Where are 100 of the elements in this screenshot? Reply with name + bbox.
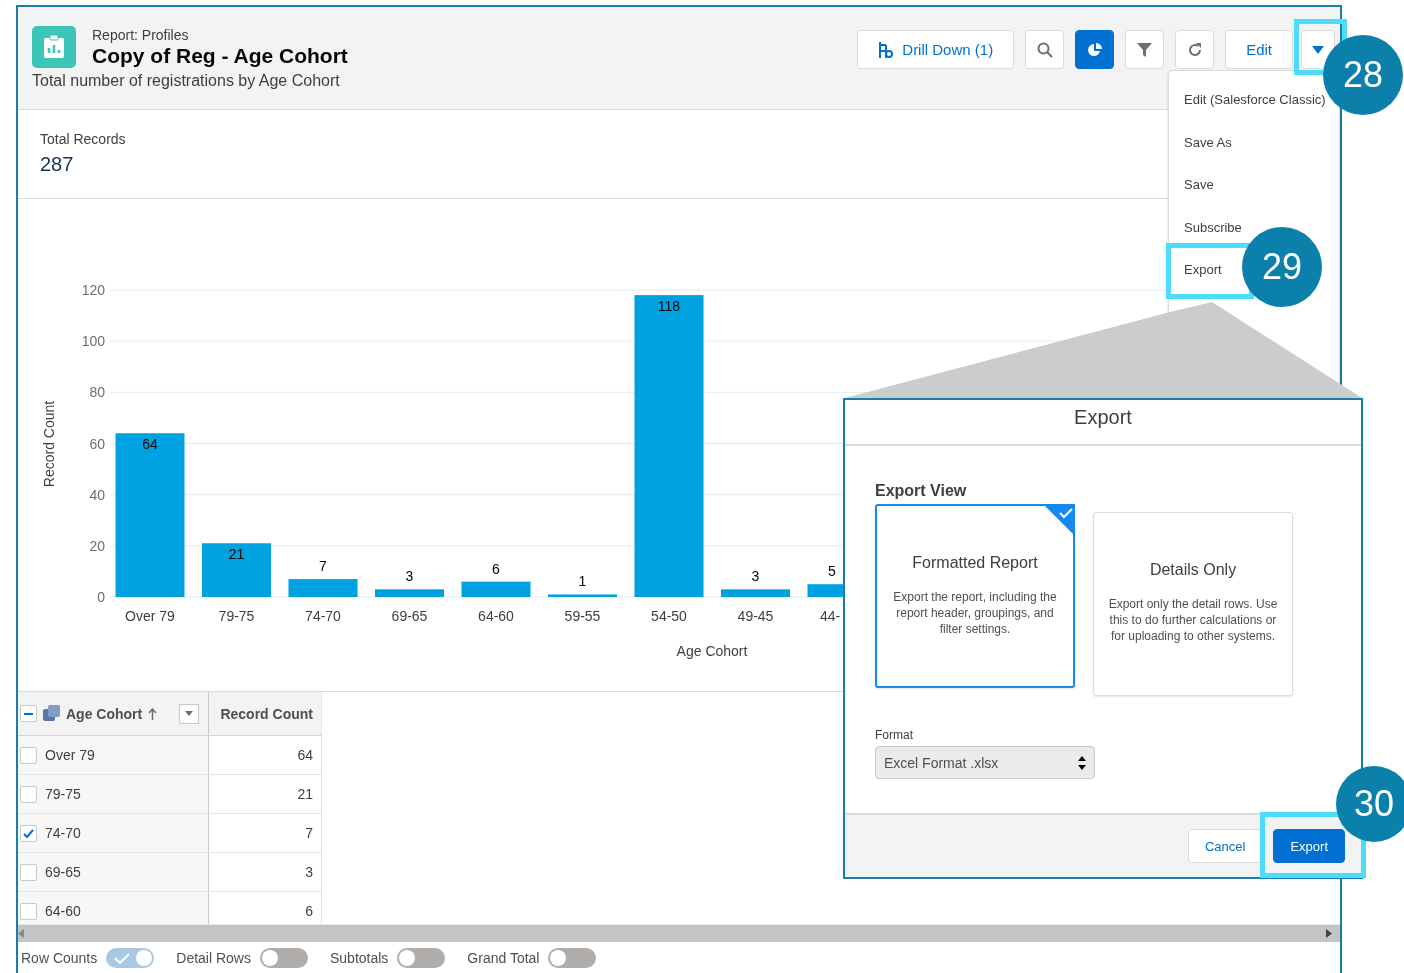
bar-value-label: 5	[828, 563, 836, 580]
refresh-button[interactable]	[1175, 30, 1215, 69]
x-tick-label: 64-60	[478, 608, 514, 624]
y-tick-label: 20	[89, 537, 105, 554]
scroll-left-icon[interactable]	[18, 929, 24, 938]
row-checkbox[interactable]	[20, 902, 37, 920]
bar-value-label: 6	[492, 560, 500, 577]
table-cell: 79-75	[45, 786, 81, 802]
checkmark-icon	[114, 952, 131, 964]
menu-item[interactable]: Save As	[1184, 121, 1232, 164]
export-option-card[interactable]: Formatted Report Export the report, including the report header, groupings, and filter settings.	[875, 504, 1075, 688]
menu-item[interactable]: Export	[1184, 249, 1222, 292]
chart-toggle-button[interactable]	[1075, 30, 1115, 69]
summary-label: Total Records	[40, 131, 126, 147]
export-button[interactable]: Export	[1273, 829, 1345, 863]
row-checkbox[interactable]	[20, 824, 37, 842]
scroll-right-icon[interactable]	[1326, 929, 1332, 938]
caret-icon	[1312, 45, 1324, 54]
column-menu-button[interactable]	[179, 703, 199, 724]
format-select[interactable]: Excel Format .xlsx	[875, 746, 1095, 779]
bar-value-label: 3	[751, 568, 760, 585]
row-checkbox[interactable]	[20, 863, 37, 881]
option-description: Export only the detail rows. Use this to do further calculations or for uploading to other systems.	[1107, 596, 1279, 644]
up-down-arrows-icon	[1078, 754, 1086, 771]
toggle-label: Detail Rows	[176, 949, 251, 966]
bar-value-label: 118	[657, 298, 681, 315]
menu-item[interactable]: Subscribe	[1184, 206, 1242, 249]
field-label: Format	[875, 728, 914, 742]
report-icon	[32, 26, 76, 68]
report-type: Report: Profiles	[92, 26, 190, 43]
toggle-label: Row Counts	[21, 949, 98, 966]
y-tick-label: 80	[89, 384, 105, 401]
search-icon	[1036, 41, 1053, 58]
table-cell: Over 79	[45, 747, 95, 763]
bar-value-label: 1	[578, 573, 587, 590]
y-tick-label: 120	[81, 282, 105, 298]
y-tick-label: 60	[89, 435, 105, 452]
menu-item[interactable]: Edit (Salesforce Classic)	[1184, 79, 1326, 122]
filter-icon	[1137, 42, 1153, 57]
column-header[interactable]: Age Cohort	[66, 705, 143, 722]
toggle-switch[interactable]	[259, 947, 308, 968]
report-description: Total number of registrations by Age Cohort	[32, 72, 341, 90]
table-cell: 74-70	[45, 825, 81, 841]
caret-icon	[185, 711, 193, 716]
cancel-button[interactable]: Cancel	[1187, 829, 1263, 863]
column-header[interactable]: Record Count	[209, 692, 322, 735]
chart-bar[interactable]	[115, 433, 185, 597]
option-title: Formatted Report	[911, 554, 1039, 572]
option-title: Details Only	[1148, 561, 1238, 579]
y-axis-title: Record Count	[41, 400, 57, 488]
dialog-title: Export	[1074, 406, 1132, 430]
x-tick-label: 44-	[819, 608, 841, 624]
summary-value: 287	[40, 153, 74, 176]
chart-bar[interactable]	[288, 579, 358, 597]
drill-down-button[interactable]: Drill Down (1)	[857, 30, 1015, 69]
table-cell: 69-65	[45, 864, 81, 880]
minus-icon	[24, 712, 33, 715]
bar-value-label: 3	[405, 568, 414, 585]
horizontal-scrollbar[interactable]	[18, 924, 1340, 942]
refresh-icon	[1186, 41, 1203, 58]
table-cell: 3	[209, 853, 322, 891]
filter-button[interactable]	[1125, 30, 1165, 69]
chart-bar[interactable]	[721, 589, 790, 597]
bar-value-label: 64	[142, 436, 158, 453]
section-heading: Export View	[875, 482, 968, 500]
x-tick-label: 74-70	[305, 608, 341, 624]
collapse-checkbox[interactable]	[20, 705, 37, 722]
toggle-label: Subtotals	[329, 949, 389, 966]
edit-button[interactable]: Edit	[1225, 30, 1293, 69]
x-tick-label: 69-65	[391, 608, 428, 624]
chart-bar[interactable]	[548, 594, 617, 597]
toggle-switch[interactable]	[548, 947, 597, 968]
table-cell: 64	[209, 736, 322, 774]
y-tick-label: 100	[81, 333, 105, 350]
table-cell: 21	[209, 775, 322, 813]
row-checkbox[interactable]	[20, 746, 37, 764]
hierarchy-icon	[43, 705, 60, 722]
toggle-label: Grand Total	[467, 949, 540, 966]
report-title: Copy of Reg - Age Cohort	[92, 43, 348, 68]
chart-bar[interactable]	[461, 581, 531, 597]
selected-check-icon	[1043, 504, 1075, 536]
x-tick-label: 49-45	[737, 608, 774, 624]
row-checkbox[interactable]	[20, 785, 37, 803]
toggle-switch[interactable]	[106, 947, 155, 968]
option-description: Export the report, including the report header, groupings, and filter settings.	[892, 589, 1058, 637]
drill-icon	[878, 40, 895, 59]
chart-bar[interactable]	[375, 589, 444, 597]
x-axis-title: Age Cohort	[676, 643, 748, 659]
toggle-switch[interactable]	[397, 947, 446, 968]
sort-ascending-icon	[148, 707, 158, 720]
y-tick-label: 0	[97, 589, 105, 605]
pie-chart-icon	[1086, 41, 1103, 58]
chart-bar[interactable]	[202, 543, 271, 597]
bar-value-label: 7	[319, 558, 327, 575]
menu-item[interactable]: Save	[1184, 164, 1214, 207]
table-cell: 7	[209, 814, 322, 852]
x-tick-label: 79-75	[218, 608, 255, 624]
search-button[interactable]	[1025, 30, 1065, 69]
chart-bar[interactable]	[634, 295, 704, 597]
export-option-card[interactable]: Details Only Export only the detail rows. Use this to do further calculations or for uploading to other systems.	[1093, 512, 1293, 696]
